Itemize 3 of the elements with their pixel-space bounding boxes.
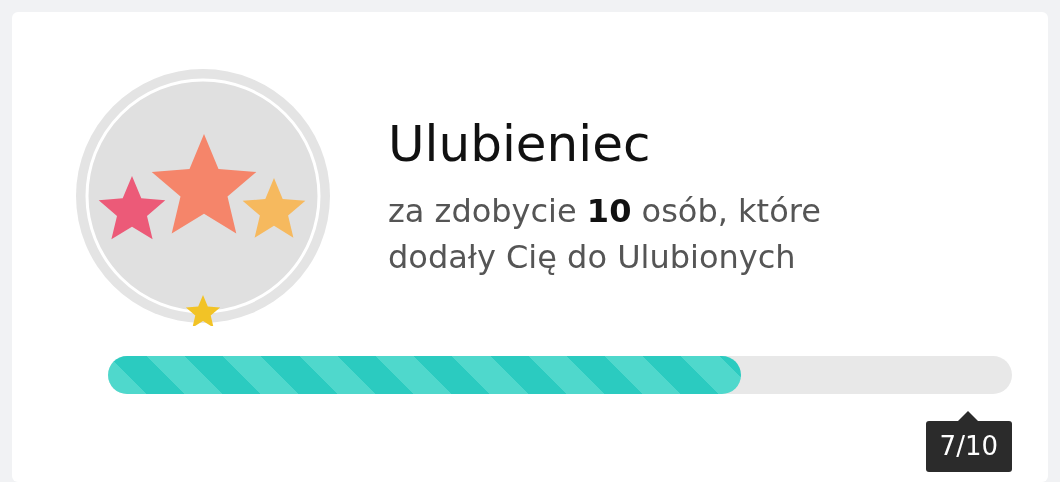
achievement-title: Ulubieniec (388, 113, 652, 174)
progress-tooltip: 7/10 (925, 421, 1012, 472)
achievement-description: za zdobycie 10 osób, które dodały Cię do Ulubionych (388, 190, 822, 278)
